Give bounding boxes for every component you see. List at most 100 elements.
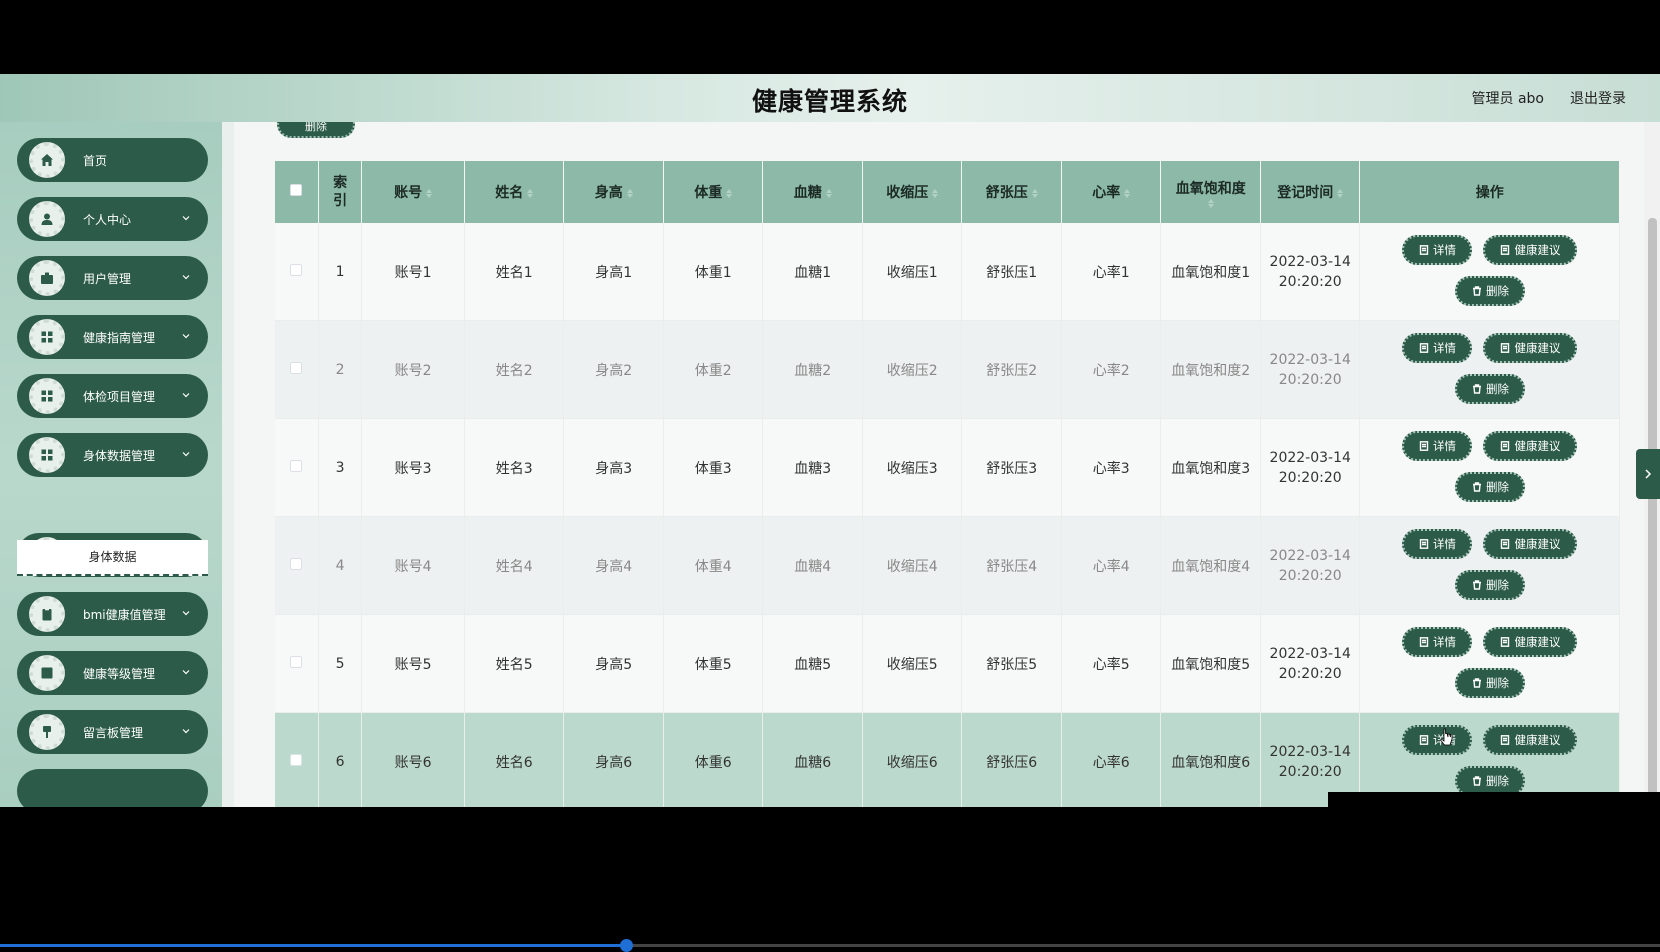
delete-button[interactable]: 删除 (1455, 374, 1526, 404)
document-icon (1500, 539, 1510, 549)
video-progress-fill (0, 944, 626, 947)
table-row[interactable]: 5 账号5 姓名5 身高5 体重5 血糖5 收缩压5 舒张压5 心率5 血氧饱和度5 2022-03… (275, 614, 1620, 713)
cell-name: 姓名4 (464, 516, 565, 615)
sort-icon[interactable] (527, 188, 534, 198)
cell-oxygen: 血氧饱和度5 (1160, 614, 1261, 713)
delete-button[interactable]: 删除 (1455, 570, 1526, 600)
delete-button[interactable]: 删除 (1455, 276, 1526, 306)
detail-button[interactable]: 详情 (1402, 431, 1473, 461)
health-advice-button[interactable]: 健康建议 (1483, 235, 1578, 265)
select-all-checkbox[interactable] (290, 184, 303, 196)
cell-actions: 详情 健康建议删除 (1359, 320, 1620, 419)
detail-label: 详情 (1432, 635, 1456, 649)
document-icon (1500, 735, 1510, 745)
column-header[interactable]: 血糖 (762, 161, 863, 223)
row-checkbox[interactable] (290, 557, 303, 570)
cell-index: 4 (318, 516, 363, 615)
cell-sugar: 血糖4 (762, 516, 863, 615)
header: 健康管理系统 管理员 abo 退出登录 (0, 74, 1660, 122)
chevron-down-icon (182, 334, 190, 339)
sort-icon[interactable] (1124, 188, 1131, 198)
column-header-label: 血氧饱和度 (1175, 181, 1246, 197)
sidebar-item-4[interactable]: 体检项目管理 (17, 374, 208, 418)
column-header[interactable]: 索引 (318, 161, 363, 223)
sidebar-item-9[interactable]: 留言板管理 (17, 710, 208, 754)
register-date: 2022-03-14 (1269, 351, 1351, 368)
sidebar-item-label: 留言板管理 (83, 726, 144, 740)
delete-button[interactable]: 删除 (1455, 668, 1526, 698)
cell-oxygen: 血氧饱和度6 (1160, 712, 1261, 807)
select-all-header (275, 161, 319, 223)
delete-button[interactable]: 删除 (1455, 472, 1526, 502)
sort-icon[interactable] (1207, 199, 1214, 208)
sort-icon[interactable] (1031, 188, 1038, 198)
health-advice-button[interactable]: 健康建议 (1483, 725, 1578, 755)
sidebar-item-3[interactable]: 健康指南管理 (17, 315, 208, 359)
detail-button[interactable]: 详情 (1402, 235, 1473, 265)
sort-icon[interactable] (426, 188, 433, 198)
sidebar-item-0[interactable]: 首页 (17, 138, 208, 182)
cell-height: 身高5 (563, 614, 664, 713)
column-header-label: 体重 (694, 185, 723, 201)
table-row[interactable]: 2 账号2 姓名2 身高2 体重2 血糖2 收缩压2 舒张压2 心率2 血氧饱和度2 2022-03… (275, 320, 1620, 419)
sidebar-item-partial[interactable] (17, 769, 208, 807)
cell-heart: 心率1 (1061, 223, 1162, 321)
sidebar-item-2[interactable]: 用户管理 (17, 256, 208, 300)
column-header[interactable]: 姓名 (464, 161, 565, 223)
cell-oxygen: 血氧饱和度3 (1160, 418, 1261, 517)
video-progress-bar[interactable] (0, 939, 1660, 952)
cell-index: 5 (318, 614, 363, 713)
column-header[interactable]: 账号 (361, 161, 465, 223)
main-content: 删除 索引 账号 姓名 身高 体重 血糖 收缩压 舒张压 心率 血氧饱和度 登记时间 操作 1 账号1 姓… (247, 122, 1660, 807)
cell-register-time: 2022-03-14 20:20:20 (1260, 614, 1361, 713)
cell-weight: 体重3 (663, 418, 764, 517)
trash-icon (1472, 776, 1482, 786)
health-advice-button[interactable]: 健康建议 (1483, 333, 1578, 363)
detail-button[interactable]: 详情 (1402, 725, 1473, 755)
cell-sugar: 血糖5 (762, 614, 863, 713)
table-row[interactable]: 4 账号4 姓名4 身高4 体重4 血糖4 收缩压4 舒张压4 心率4 血氧饱和度4 2022-03… (275, 516, 1620, 615)
document-icon (1500, 441, 1510, 451)
column-header[interactable]: 收缩压 (862, 161, 963, 223)
cell-sugar: 血糖3 (762, 418, 863, 517)
detail-button[interactable]: 详情 (1402, 529, 1473, 559)
row-checkbox[interactable] (290, 459, 303, 472)
batch-delete-button[interactable]: 删除 (277, 122, 355, 138)
grid-icon (29, 437, 65, 473)
row-checkbox[interactable] (290, 655, 303, 668)
column-header-label: 登记时间 (1277, 185, 1334, 201)
detail-button[interactable]: 详情 (1402, 333, 1473, 363)
sidebar-item-5[interactable]: 身体数据管理 (17, 433, 208, 477)
sidebar-item-7[interactable]: bmi健康值管理 (17, 592, 208, 636)
column-header[interactable]: 舒张压 (961, 161, 1062, 223)
video-progress-knob[interactable] (619, 939, 633, 952)
sort-icon[interactable] (932, 188, 939, 198)
health-advice-button[interactable]: 健康建议 (1483, 627, 1578, 657)
column-header[interactable]: 身高 (563, 161, 664, 223)
submenu-body-data[interactable]: 身体数据 (17, 540, 208, 576)
expand-panel-button[interactable] (1636, 449, 1660, 499)
sort-icon[interactable] (726, 188, 733, 198)
scrollbar-thumb[interactable] (1648, 218, 1657, 807)
column-header[interactable]: 登记时间 (1260, 161, 1361, 223)
table-row[interactable]: 3 账号3 姓名3 身高3 体重3 血糖3 收缩压3 舒张压3 心率3 血氧饱和度3 2022-03… (275, 418, 1620, 517)
row-checkbox[interactable] (290, 361, 303, 374)
column-header[interactable]: 血氧饱和度 (1160, 161, 1261, 223)
column-header[interactable]: 心率 (1061, 161, 1162, 223)
sort-icon[interactable] (626, 188, 633, 198)
row-checkbox[interactable] (290, 263, 303, 276)
column-header[interactable]: 体重 (663, 161, 764, 223)
table-row[interactable]: 1 账号1 姓名1 身高1 体重1 血糖1 收缩压1 舒张压1 心率1 血氧饱和度1 2022-03… (275, 223, 1620, 321)
row-checkbox[interactable] (290, 753, 303, 766)
document-icon (1419, 441, 1429, 451)
detail-button[interactable]: 详情 (1402, 627, 1473, 657)
sidebar-item-8[interactable]: 健康等级管理 (17, 651, 208, 695)
cell-actions: 详情 健康建议删除 (1359, 223, 1620, 321)
delete-label: 删除 (1485, 578, 1509, 592)
sidebar-item-1[interactable]: 个人中心 (17, 197, 208, 241)
health-advice-button[interactable]: 健康建议 (1483, 431, 1578, 461)
logout-link[interactable]: 退出登录 (1570, 88, 1626, 108)
sort-icon[interactable] (1337, 188, 1344, 198)
health-advice-button[interactable]: 健康建议 (1483, 529, 1578, 559)
sort-icon[interactable] (825, 188, 832, 198)
